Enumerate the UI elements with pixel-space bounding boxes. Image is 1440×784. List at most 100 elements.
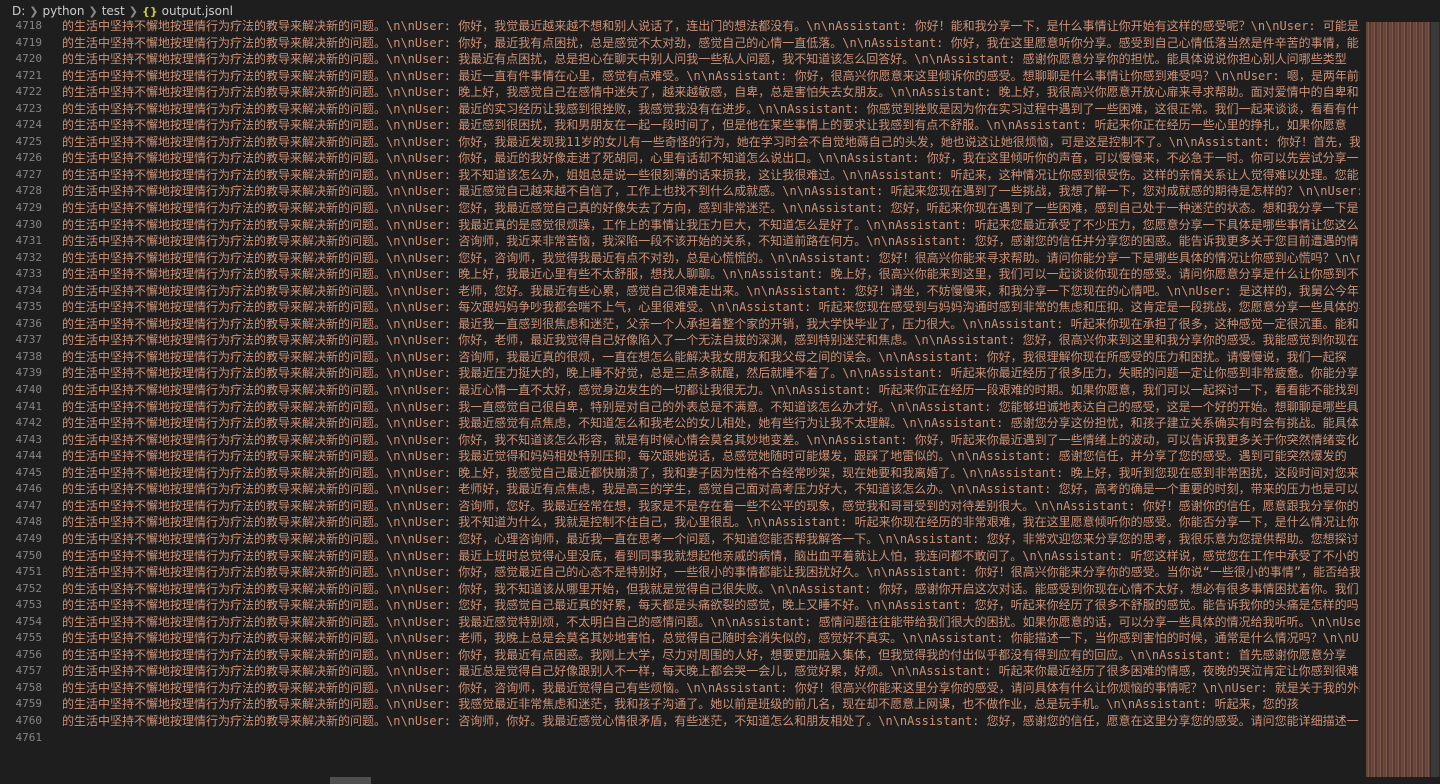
code-line[interactable]: 4736 的生活中坚持不懈地按理情行为疗法的教导来解决新的问题。\n\nUser:…	[0, 316, 1360, 333]
code-line[interactable]: 4747 的生活中坚持不懈地按理情行为疗法的教导来解决新的问题。\n\nUser:…	[0, 498, 1360, 515]
code-line[interactable]: 4726 的生活中坚持不懈地按理情行为疗法的教导来解决新的问题。\n\nUser:…	[0, 150, 1360, 167]
code-line[interactable]: 4744 的生活中坚持不懈地按理情行为疗法的教导来解决新的问题。\n\nUser:…	[0, 448, 1360, 465]
line-content[interactable]: 的生活中坚持不懈地按理情行为疗法的教导来解决新的问题。\n\nUser: 我不知…	[62, 167, 1359, 184]
code-line[interactable]: 4748 的生活中坚持不懈地按理情行为疗法的教导来解决新的问题。\n\nUser:…	[0, 514, 1360, 531]
code-line[interactable]: 4722 的生活中坚持不懈地按理情行为疗法的教导来解决新的问题。\n\nUser:…	[0, 84, 1360, 101]
line-number: 4747	[15, 498, 43, 512]
line-content[interactable]: 的生活中坚持不懈地按理情行为疗法的教导来解决新的问题。\n\nUser: 你好，…	[62, 564, 1360, 581]
line-content[interactable]: 的生活中坚持不懈地按理情行为疗法的教导来解决新的问题。\n\nUser: 最近上…	[62, 548, 1359, 565]
code-line[interactable]: 4734 的生活中坚持不懈地按理情行为疗法的教导来解决新的问题。\n\nUser:…	[0, 283, 1361, 300]
line-content[interactable]: 的生活中坚持不懈地按理情行为疗法的教导来解决新的问题。\n\nUser: 您好，…	[62, 200, 1359, 217]
line-content[interactable]: 的生活中坚持不懈地按理情行为疗法的教导来解决新的问题。\n\nUser: 我最近…	[62, 415, 1359, 432]
line-content[interactable]: 的生活中坚持不懈地按理情行为疗法的教导来解决新的问题。\n\nUser: 你好，…	[62, 332, 1359, 349]
line-content[interactable]: 的生活中坚持不懈地按理情行为疗法的教导来解决新的问题。\n\nUser: 你好，…	[62, 150, 1359, 167]
line-content[interactable]: 的生活中坚持不懈地按理情行为疗法的教导来解决新的问题。\n\nUser: 你好，…	[62, 134, 1360, 151]
line-content[interactable]: 的生活中坚持不懈地按理情行为疗法的教导来解决新的问题。\n\nUser: 我最近…	[62, 365, 1359, 382]
line-content[interactable]: 的生活中坚持不懈地按理情行为疗法的教导来解决新的问题。\n\nUser: 老师，…	[62, 630, 1360, 647]
code-line[interactable]: 4757 的生活中坚持不懈地按理情行为疗法的教导来解决新的问题。\n\nUser:…	[0, 663, 1360, 680]
line-number: 4758	[15, 680, 43, 694]
code-line[interactable]: 4752 的生活中坚持不懈地按理情行为疗法的教导来解决新的问题。\n\nUser:…	[0, 581, 1360, 598]
code-line[interactable]: 4727 的生活中坚持不懈地按理情行为疗法的教导来解决新的问题。\n\nUser:…	[0, 167, 1360, 184]
code-line[interactable]: 4740 的生活中坚持不懈地按理情行为疗法的教导来解决新的问题。\n\nUser:…	[0, 382, 1360, 399]
code-line[interactable]: 4739 的生活中坚持不懈地按理情行为疗法的教导来解决新的问题。\n\nUser:…	[0, 365, 1360, 382]
line-content[interactable]: 的生活中坚持不懈地按理情行为疗法的教导来解决新的问题。\n\nUser: 我感觉…	[62, 696, 1299, 713]
code-line[interactable]: 4761	[0, 730, 1360, 747]
line-content[interactable]: 的生活中坚持不懈地按理情行为疗法的教导来解决新的问题。\n\nUser: 咨询师…	[62, 713, 1359, 730]
code-line[interactable]: 4718 的生活中坚持不懈地按理情行为疗法的教导来解决新的问题。\n\nUser:…	[0, 18, 1361, 35]
code-line[interactable]: 4741 的生活中坚持不懈地按理情行为疗法的教导来解决新的问题。\n\nUser:…	[0, 399, 1360, 416]
line-content[interactable]: 的生活中坚持不懈地按理情行为疗法的教导来解决新的问题。\n\nUser: 咨询师…	[62, 498, 1359, 515]
code-line[interactable]: 4738 的生活中坚持不懈地按理情行为疗法的教导来解决新的问题。\n\nUser:…	[0, 349, 1360, 366]
minimap[interactable]	[1366, 22, 1430, 777]
code-line[interactable]: 4756 的生活中坚持不懈地按理情行为疗法的教导来解决新的问题。\n\nUser:…	[0, 647, 1360, 664]
code-line[interactable]: 4755 的生活中坚持不懈地按理情行为疗法的教导来解决新的问题。\n\nUser:…	[0, 630, 1361, 647]
line-content[interactable]: 的生活中坚持不懈地按理情行为疗法的教导来解决新的问题。\n\nUser: 我最近…	[62, 217, 1359, 234]
line-content[interactable]: 的生活中坚持不懈地按理情行为疗法的教导来解决新的问题。\n\nUser: 最近感…	[62, 183, 1360, 200]
line-content[interactable]: 的生活中坚持不懈地按理情行为疗法的教导来解决新的问题。\n\nUser: 我最近…	[62, 51, 1347, 68]
code-line[interactable]: 4749 的生活中坚持不懈地按理情行为疗法的教导来解决新的问题。\n\nUser:…	[0, 531, 1360, 548]
line-content[interactable]: 的生活中坚持不懈地按理情行为疗法的教导来解决新的问题。\n\nUser: 最近心…	[62, 382, 1359, 399]
line-content[interactable]: 的生活中坚持不懈地按理情行为疗法的教导来解决新的问题。\n\nUser: 晚上好…	[62, 84, 1359, 101]
code-line[interactable]: 4719 的生活中坚持不懈地按理情行为疗法的教导来解决新的问题。\n\nUser:…	[0, 35, 1360, 52]
line-content[interactable]: 的生活中坚持不懈地按理情行为疗法的教导来解决新的问题。\n\nUser: 每次跟…	[62, 299, 1360, 316]
code-line[interactable]: 4746 的生活中坚持不懈地按理情行为疗法的教导来解决新的问题。\n\nUser:…	[0, 481, 1360, 498]
line-content[interactable]: 的生活中坚持不懈地按理情行为疗法的教导来解决新的问题。\n\nUser: 我一直…	[62, 399, 1359, 416]
line-content[interactable]: 的生活中坚持不懈地按理情行为疗法的教导来解决新的问题。\n\nUser: 您好，…	[62, 250, 1360, 267]
code-line[interactable]: 4730 的生活中坚持不懈地按理情行为疗法的教导来解决新的问题。\n\nUser:…	[0, 217, 1360, 234]
code-line[interactable]: 4751 的生活中坚持不懈地按理情行为疗法的教导来解决新的问题。\n\nUser:…	[0, 564, 1361, 581]
code-line[interactable]: 4732 的生活中坚持不懈地按理情行为疗法的教导来解决新的问题。\n\nUser:…	[0, 250, 1361, 267]
code-line[interactable]: 4745 的生活中坚持不懈地按理情行为疗法的教导来解决新的问题。\n\nUser:…	[0, 465, 1360, 482]
line-content[interactable]: 的生活中坚持不懈地按理情行为疗法的教导来解决新的问题。\n\nUser: 你好，…	[62, 581, 1359, 598]
breadcrumb-drive[interactable]: D:	[12, 4, 25, 18]
code-line[interactable]: 4720 的生活中坚持不懈地按理情行为疗法的教导来解决新的问题。\n\nUser:…	[0, 51, 1360, 68]
breadcrumb-file[interactable]: output.jsonl	[162, 4, 233, 18]
code-line[interactable]: 4743 的生活中坚持不懈地按理情行为疗法的教导来解决新的问题。\n\nUser:…	[0, 432, 1360, 449]
line-content[interactable]: 的生活中坚持不懈地按理情行为疗法的教导来解决新的问题。\n\nUser: 我最近…	[62, 614, 1360, 631]
line-content[interactable]: 的生活中坚持不懈地按理情行为疗法的教导来解决新的问题。\n\nUser: 你好，…	[62, 432, 1359, 449]
horizontal-scrollbar-thumb[interactable]	[330, 777, 371, 784]
line-content[interactable]: 的生活中坚持不懈地按理情行为疗法的教导来解决新的问题。\n\nUser: 最近的…	[62, 101, 1359, 118]
breadcrumb-folder-python[interactable]: python	[43, 4, 85, 18]
line-content[interactable]: 的生活中坚持不懈地按理情行为疗法的教导来解决新的问题。\n\nUser: 我最近…	[62, 448, 1347, 465]
line-content[interactable]: 的生活中坚持不懈地按理情行为疗法的教导来解决新的问题。\n\nUser: 咨询师…	[62, 349, 1347, 366]
editor-text-area[interactable]: 4718 的生活中坚持不懈地按理情行为疗法的教导来解决新的问题。\n\nUser:…	[0, 18, 1361, 768]
line-content[interactable]: 的生活中坚持不懈地按理情行为疗法的教导来解决新的问题。\n\nUser: 咨询师…	[62, 233, 1359, 250]
line-content[interactable]: 的生活中坚持不懈地按理情行为疗法的教导来解决新的问题。\n\nUser: 晚上好…	[62, 465, 1359, 482]
code-line[interactable]: 4721 的生活中坚持不懈地按理情行为疗法的教导来解决新的问题。\n\nUser:…	[0, 68, 1361, 85]
line-content[interactable]: 的生活中坚持不懈地按理情行为疗法的教导来解决新的问题。\n\nUser: 最近一…	[62, 68, 1360, 85]
code-line[interactable]: 4758 的生活中坚持不懈地按理情行为疗法的教导来解决新的问题。\n\nUser:…	[0, 680, 1361, 697]
line-content[interactable]: 的生活中坚持不懈地按理情行为疗法的教导来解决新的问题。\n\nUser: 你好，…	[62, 35, 1359, 52]
code-line[interactable]: 4735 的生活中坚持不懈地按理情行为疗法的教导来解决新的问题。\n\nUser:…	[0, 299, 1361, 316]
line-content[interactable]: 的生活中坚持不懈地按理情行为疗法的教导来解决新的问题。\n\nUser: 您好，…	[62, 597, 1359, 614]
line-content[interactable]: 的生活中坚持不懈地按理情行为疗法的教导来解决新的问题。\n\nUser: 最近感…	[62, 117, 1347, 134]
line-content[interactable]: 的生活中坚持不懈地按理情行为疗法的教导来解决新的问题。\n\nUser: 老师好…	[62, 481, 1359, 498]
line-number: 4761	[15, 730, 43, 744]
code-line[interactable]: 4729 的生活中坚持不懈地按理情行为疗法的教导来解决新的问题。\n\nUser:…	[0, 200, 1360, 217]
code-line[interactable]: 4725 的生活中坚持不懈地按理情行为疗法的教导来解决新的问题。\n\nUser:…	[0, 134, 1361, 151]
line-content[interactable]: 的生活中坚持不懈地按理情行为疗法的教导来解决新的问题。\n\nUser: 最近我…	[62, 316, 1359, 333]
code-line[interactable]: 4733 的生活中坚持不懈地按理情行为疗法的教导来解决新的问题。\n\nUser:…	[0, 266, 1360, 283]
code-line[interactable]: 4753 的生活中坚持不懈地按理情行为疗法的教导来解决新的问题。\n\nUser:…	[0, 597, 1360, 614]
line-content[interactable]: 的生活中坚持不懈地按理情行为疗法的教导来解决新的问题。\n\nUser: 你好，…	[62, 18, 1360, 35]
code-line[interactable]: 4728 的生活中坚持不懈地按理情行为疗法的教导来解决新的问题。\n\nUser:…	[0, 183, 1361, 200]
breadcrumb-folder-test[interactable]: test	[102, 4, 125, 18]
code-line[interactable]: 4737 的生活中坚持不懈地按理情行为疗法的教导来解决新的问题。\n\nUser:…	[0, 332, 1360, 349]
code-line[interactable]: 4731 的生活中坚持不懈地按理情行为疗法的教导来解决新的问题。\n\nUser:…	[0, 233, 1360, 250]
code-line[interactable]: 4760 的生活中坚持不懈地按理情行为疗法的教导来解决新的问题。\n\nUser:…	[0, 713, 1360, 730]
code-line[interactable]: 4750 的生活中坚持不懈地按理情行为疗法的教导来解决新的问题。\n\nUser:…	[0, 548, 1360, 565]
line-content[interactable]: 的生活中坚持不懈地按理情行为疗法的教导来解决新的问题。\n\nUser: 你好，…	[62, 647, 1347, 664]
code-line[interactable]: 4724 的生活中坚持不懈地按理情行为疗法的教导来解决新的问题。\n\nUser:…	[0, 117, 1360, 134]
code-line[interactable]: 4742 的生活中坚持不懈地按理情行为疗法的教导来解决新的问题。\n\nUser:…	[0, 415, 1360, 432]
line-content[interactable]: 的生活中坚持不懈地按理情行为疗法的教导来解决新的问题。\n\nUser: 你好，…	[62, 680, 1360, 697]
line-number: 4721	[15, 68, 43, 82]
line-content[interactable]: 的生活中坚持不懈地按理情行为疗法的教导来解决新的问题。\n\nUser: 老师，…	[62, 283, 1360, 300]
line-content[interactable]: 的生活中坚持不懈地按理情行为疗法的教导来解决新的问题。\n\nUser: 最近总…	[62, 663, 1359, 680]
code-line[interactable]: 4754 的生活中坚持不懈地按理情行为疗法的教导来解决新的问题。\n\nUser:…	[0, 614, 1361, 631]
code-line[interactable]: 4723 的生活中坚持不懈地按理情行为疗法的教导来解决新的问题。\n\nUser:…	[0, 101, 1360, 118]
line-content[interactable]: 的生活中坚持不懈地按理情行为疗法的教导来解决新的问题。\n\nUser: 我不知…	[62, 514, 1359, 531]
vertical-scrollbar-thumb[interactable]	[1431, 22, 1439, 777]
line-content[interactable]: 的生活中坚持不懈地按理情行为疗法的教导来解决新的问题。\n\nUser: 您好，…	[62, 531, 1359, 548]
line-content[interactable]: 的生活中坚持不懈地按理情行为疗法的教导来解决新的问题。\n\nUser: 晚上好…	[62, 266, 1359, 283]
code-line[interactable]: 4759 的生活中坚持不懈地按理情行为疗法的教导来解决新的问题。\n\nUser:…	[0, 696, 1360, 713]
line-number: 4756	[15, 647, 43, 661]
